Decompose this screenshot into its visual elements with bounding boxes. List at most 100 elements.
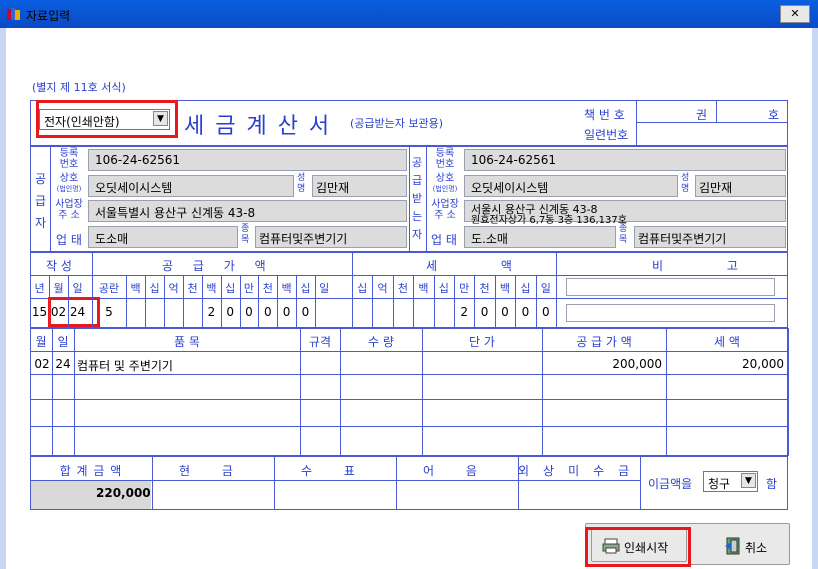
tax-digit[interactable]: 2: [454, 305, 474, 319]
digit-header: 억: [168, 282, 179, 295]
supply-digit[interactable]: 0: [296, 305, 315, 319]
form-subtitle: (공급받는자 보관용): [350, 117, 444, 130]
tax-digit[interactable]: 0: [536, 305, 556, 319]
digit-header: 천: [397, 282, 409, 295]
digit-header: 억: [377, 282, 388, 295]
buyer-rep-field[interactable]: 김만재: [695, 175, 786, 197]
title-bar: 자료입력 ✕: [0, 0, 818, 28]
exit-door-icon: [725, 537, 743, 555]
supplier-side-label: 공급자: [35, 172, 47, 230]
date-value[interactable]: 5: [92, 305, 126, 319]
cancel-button-label: 취소: [745, 541, 768, 555]
buyer-addr-label: 사업장 주 소: [431, 199, 459, 221]
digit-header: 백: [281, 282, 292, 295]
item-header: 수 량: [368, 335, 394, 349]
supplier-item-field[interactable]: 컴퓨터및주변기기: [255, 226, 407, 248]
item-header: 규격: [308, 335, 332, 349]
digit-header: 십: [149, 282, 160, 295]
grid-line: [30, 374, 788, 375]
window-frame-right: [812, 28, 818, 569]
buyer-name-label: 상호 (법인명): [432, 173, 458, 194]
supplier-rep-field[interactable]: 김만재: [312, 175, 407, 197]
book-label: 책 번 호: [584, 108, 625, 122]
grid-line: [30, 351, 788, 352]
digit-header: 십: [300, 282, 311, 295]
gwon-label: 권: [696, 108, 708, 122]
item-cell[interactable]: 컴퓨터 및 주변기기: [77, 357, 297, 374]
supply-digit[interactable]: 0: [277, 305, 296, 319]
tax-digit[interactable]: 0: [495, 305, 515, 319]
tax-digit[interactable]: 0: [515, 305, 535, 319]
digit-header: 십: [520, 282, 531, 295]
date-value[interactable]: 02: [49, 305, 68, 319]
window-title: 자료입력: [26, 9, 71, 23]
claim-select[interactable]: 청구 ▼: [703, 471, 758, 492]
claim-select-value: 청구: [708, 477, 731, 491]
buyer-biz-label: 업 태: [431, 233, 457, 247]
serial-label: 일련번호: [584, 128, 629, 142]
supplier-item-label: 종목: [241, 224, 250, 245]
supplier-biz-label: 업 태: [56, 233, 82, 247]
note-header: 비 고: [652, 259, 768, 273]
date-value[interactable]: 24: [68, 305, 87, 319]
print-highlight-box: [585, 527, 691, 567]
item-cell[interactable]: 200,000: [542, 357, 662, 371]
grid-line: [30, 456, 788, 457]
note-field-1[interactable]: [566, 278, 775, 296]
close-button[interactable]: ✕: [780, 5, 810, 23]
grid-line: [788, 328, 789, 456]
digit-header: 십: [357, 282, 368, 295]
digit-header: 천: [187, 282, 198, 295]
cancel-button[interactable]: 취소: [706, 528, 788, 562]
supply-digit[interactable]: 0: [258, 305, 277, 319]
client-area: (별지 제 11호 서식) 전자(인쇄안함) ▼ 세 금 계 산 서 (공급받는…: [6, 28, 812, 569]
digit-header: 백: [499, 282, 511, 295]
supplier-name-field[interactable]: 오딧세이시스템: [88, 175, 294, 197]
buyer-biz-field[interactable]: 도.소매: [464, 226, 616, 248]
buyer-addr-field[interactable]: 서울시 용산구 신계동 43-8 원효전자상가 6,7동 3층 136,137호: [464, 200, 786, 226]
app-icon: [7, 8, 20, 20]
supplier-biz-field[interactable]: 도소매: [88, 226, 238, 248]
digit-header: 일: [540, 282, 551, 295]
digit-header: 백: [130, 282, 141, 295]
supplier-name-label: 상호 (법인명): [56, 173, 82, 194]
supply-digit[interactable]: 2: [202, 305, 221, 319]
close-icon: ✕: [790, 7, 800, 20]
buyer-reg-label: 등록 번호: [435, 148, 455, 170]
digit-header: 년: [34, 282, 45, 295]
totals-header: 현 금: [179, 464, 247, 478]
buyer-name-field[interactable]: 오딧세이시스템: [464, 175, 678, 197]
digit-header: 일: [319, 282, 330, 295]
supplier-reg-field[interactable]: 106-24-62561: [88, 149, 407, 171]
totals-header: 합 계 금 액: [59, 464, 123, 478]
note-field-2[interactable]: [566, 304, 775, 322]
highlight-box: [36, 100, 178, 138]
grid-line: [30, 480, 640, 481]
item-header: 월: [35, 335, 47, 349]
item-header: 단 가: [469, 335, 495, 349]
digit-header: 만: [459, 282, 470, 295]
total-amount-value: 220,000: [96, 486, 151, 500]
item-cell[interactable]: 24: [53, 357, 73, 371]
buyer-reg-field[interactable]: 106-24-62561: [464, 149, 786, 171]
buyer-rep-label: 성명: [681, 173, 690, 194]
supplier-reg-label: 등록 번호: [59, 148, 79, 170]
digit-header: 천: [479, 282, 490, 295]
digit-header: 월: [53, 282, 64, 295]
tax-digit[interactable]: 0: [474, 305, 494, 319]
item-header: 공 급 가 액: [576, 335, 632, 349]
item-cell[interactable]: 20,000: [666, 357, 784, 371]
date-value[interactable]: 15: [30, 305, 49, 319]
supply-digit[interactable]: 0: [240, 305, 259, 319]
item-cell[interactable]: 02: [32, 357, 52, 371]
tax-header: 세 액: [426, 259, 542, 273]
totals-header: 외상미수금: [518, 464, 644, 478]
digit-header: 백: [206, 282, 217, 295]
digit-header: 백: [418, 282, 429, 295]
totals-header: 수 표: [301, 464, 369, 478]
supplier-addr-field[interactable]: 서울특별시 용산구 신계동 43-8: [88, 200, 407, 222]
supply-digit[interactable]: 0: [221, 305, 240, 319]
digit-header: 십: [225, 282, 236, 295]
buyer-item-field[interactable]: 컴퓨터및주변기기: [634, 226, 786, 248]
supplier-rep-label: 성명: [297, 173, 306, 194]
